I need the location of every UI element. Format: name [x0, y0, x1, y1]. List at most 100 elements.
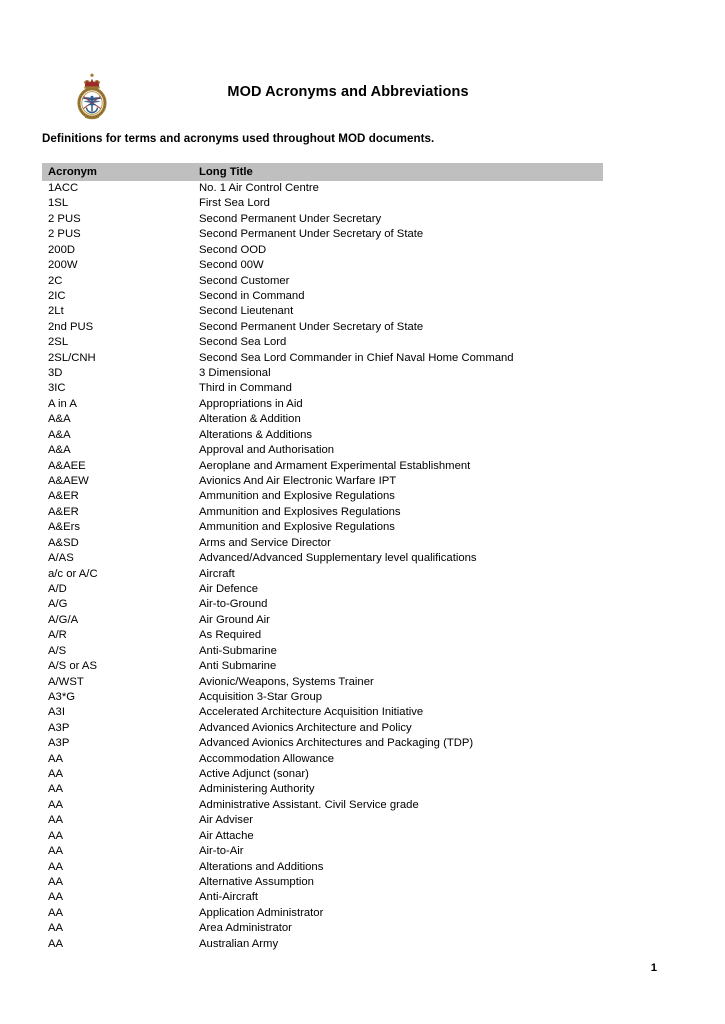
cell-long-title: Advanced Avionics Architecture and Polic… [199, 721, 412, 734]
cell-acronym: AA [48, 798, 64, 811]
cell-acronym: 2Lt [48, 305, 64, 318]
cell-acronym: A&SD [48, 536, 79, 549]
cell-acronym: A/R [48, 629, 67, 642]
column-header-long-title: Long Title [193, 163, 603, 181]
table-row: 2SL Second Sea Lord [42, 335, 603, 350]
table-body: 1ACC No. 1 Air Control Centre 1SL First Sea… [42, 181, 603, 952]
table-row: A&SD Arms and Service Director [42, 536, 603, 551]
cell-long-title: Advanced Avionics Architectures and Pack… [199, 737, 474, 750]
table-row: A/D Air Defence [42, 582, 603, 597]
cell-acronym: AA [48, 768, 64, 781]
cell-acronym: 2SL [48, 336, 69, 349]
table-row: A&A Approval and Authorisation [42, 443, 603, 458]
document-header: MOD Acronyms and Abbreviations [42, 70, 654, 128]
cell-long-title: Administering Authority [199, 783, 315, 796]
cell-acronym: 200D [48, 243, 76, 256]
table-row: AA Anti-Aircraft [42, 890, 603, 905]
cell-long-title: Air-to-Ground [199, 598, 268, 611]
cell-long-title: Air Attache [199, 829, 254, 842]
table-row: AA Air Adviser [42, 813, 603, 828]
cell-long-title: Ammunition and Explosives Regulations [199, 505, 401, 518]
cell-long-title: Application Administrator [199, 906, 324, 919]
cell-acronym: 2 PUS [48, 228, 81, 241]
cell-acronym: 1SL [48, 197, 69, 210]
table-row: A/S Anti-Submarine [42, 644, 603, 659]
table-row: AA Administering Authority [42, 782, 603, 797]
cell-acronym: AA [48, 814, 64, 827]
cell-long-title: Second Sea Lord [199, 336, 287, 349]
cell-acronym: AA [48, 891, 64, 904]
cell-acronym: AA [48, 783, 64, 796]
table-row: AA Administrative Assistant. Civil Servic… [42, 798, 603, 813]
cell-long-title: Active Adjunct (sonar) [199, 768, 309, 781]
table-row: AA Air-to-Air [42, 844, 603, 859]
table-row: 2IC Second in Command [42, 289, 603, 304]
cell-long-title: Ammunition and Explosive Regulations [199, 521, 395, 534]
cell-acronym: A/G/A [48, 613, 79, 626]
table-row: 2 PUS Second Permanent Under Secretary of… [42, 227, 603, 242]
cell-acronym: 3IC [48, 382, 66, 395]
cell-long-title: Acquisition 3-Star Group [199, 690, 323, 703]
cell-acronym: AA [48, 875, 64, 888]
cell-long-title: Air-to-Air [199, 845, 244, 858]
table-row: 3D 3 Dimensional [42, 366, 603, 381]
cell-acronym: 2IC [48, 289, 66, 302]
table-row: 2C Second Customer [42, 274, 603, 289]
table-header: Acronym Long Title [42, 163, 603, 181]
document-subtitle: Definitions for terms and acronyms used … [42, 132, 435, 145]
cell-long-title: Third in Command [199, 382, 292, 395]
table-row: A/G Air-to-Ground [42, 597, 603, 612]
table-row: A&AEE Aeroplane and Armament Experimental… [42, 459, 603, 474]
cell-long-title: Second OOD [199, 243, 267, 256]
column-header-acronym: Acronym [42, 163, 193, 181]
cell-long-title: Second Sea Lord Commander in Chief Naval… [199, 351, 514, 364]
table-row: A&ER Ammunition and Explosives Regulation… [42, 505, 603, 520]
cell-long-title: Australian Army [199, 937, 279, 950]
table-row: AA Alternative Assumption [42, 875, 603, 890]
cell-acronym: A/S [48, 644, 67, 657]
table-row: 200D Second OOD [42, 243, 603, 258]
cell-long-title: Accelerated Architecture Acquisition Ini… [199, 706, 424, 719]
table-row: A3I Accelerated Architecture Acquisition … [42, 705, 603, 720]
table-row: AA Active Adjunct (sonar) [42, 767, 603, 782]
cell-long-title: Air Adviser [199, 814, 253, 827]
cell-acronym: AA [48, 829, 64, 842]
table-row: 200W Second 00W [42, 258, 603, 273]
cell-long-title: Alterations & Additions [199, 428, 313, 441]
document-page: MOD Acronyms and Abbreviations Definitio… [0, 0, 725, 1024]
table-row: AA Alterations and Additions [42, 860, 603, 875]
cell-long-title: Anti-Aircraft [199, 891, 259, 904]
table-row: AA Air Attache [42, 829, 603, 844]
table-row: 2Lt Second Lieutenant [42, 304, 603, 319]
cell-long-title: Advanced/Advanced Supplementary level qu… [199, 552, 477, 565]
cell-long-title: Second in Command [199, 289, 305, 302]
table-row: AA Area Administrator [42, 921, 603, 936]
cell-acronym: AA [48, 860, 64, 873]
cell-acronym: AA [48, 845, 64, 858]
cell-acronym: A/WST [48, 675, 84, 688]
cell-long-title: Aircraft [199, 567, 235, 580]
cell-acronym: A/AS [48, 552, 74, 565]
table-row: 3IC Third in Command [42, 381, 603, 396]
cell-acronym: AA [48, 906, 64, 919]
cell-long-title: Air Ground Air [199, 613, 270, 626]
cell-acronym: A/S or AS [48, 660, 97, 673]
cell-long-title: Second Permanent Under Secretary of Stat… [199, 320, 424, 333]
table-row: 2SL/CNH Second Sea Lord Commander in Chie… [42, 351, 603, 366]
page-number: 1 [650, 962, 657, 974]
cell-acronym: A&Ers [48, 521, 81, 534]
cell-long-title: Accommodation Allowance [199, 752, 335, 765]
table-row: 1ACC No. 1 Air Control Centre [42, 181, 603, 196]
table-row: A/WST Avionic/Weapons, Systems Trainer [42, 675, 603, 690]
table-row: A3P Advanced Avionics Architecture and Po… [42, 721, 603, 736]
cell-long-title: 3 Dimensional [199, 367, 271, 380]
cell-long-title: Alteration & Addition [199, 413, 301, 426]
cell-acronym: 2C [48, 274, 63, 287]
cell-long-title: Aeroplane and Armament Experimental Esta… [199, 459, 471, 472]
cell-acronym: 2SL/CNH [48, 351, 96, 364]
cell-acronym: AA [48, 937, 64, 950]
table-row: A&Ers Ammunition and Explosive Regulation… [42, 520, 603, 535]
table-row: A/S or AS Anti Submarine [42, 659, 603, 674]
table-row: A&A Alterations & Additions [42, 428, 603, 443]
cell-acronym: A&A [48, 413, 71, 426]
